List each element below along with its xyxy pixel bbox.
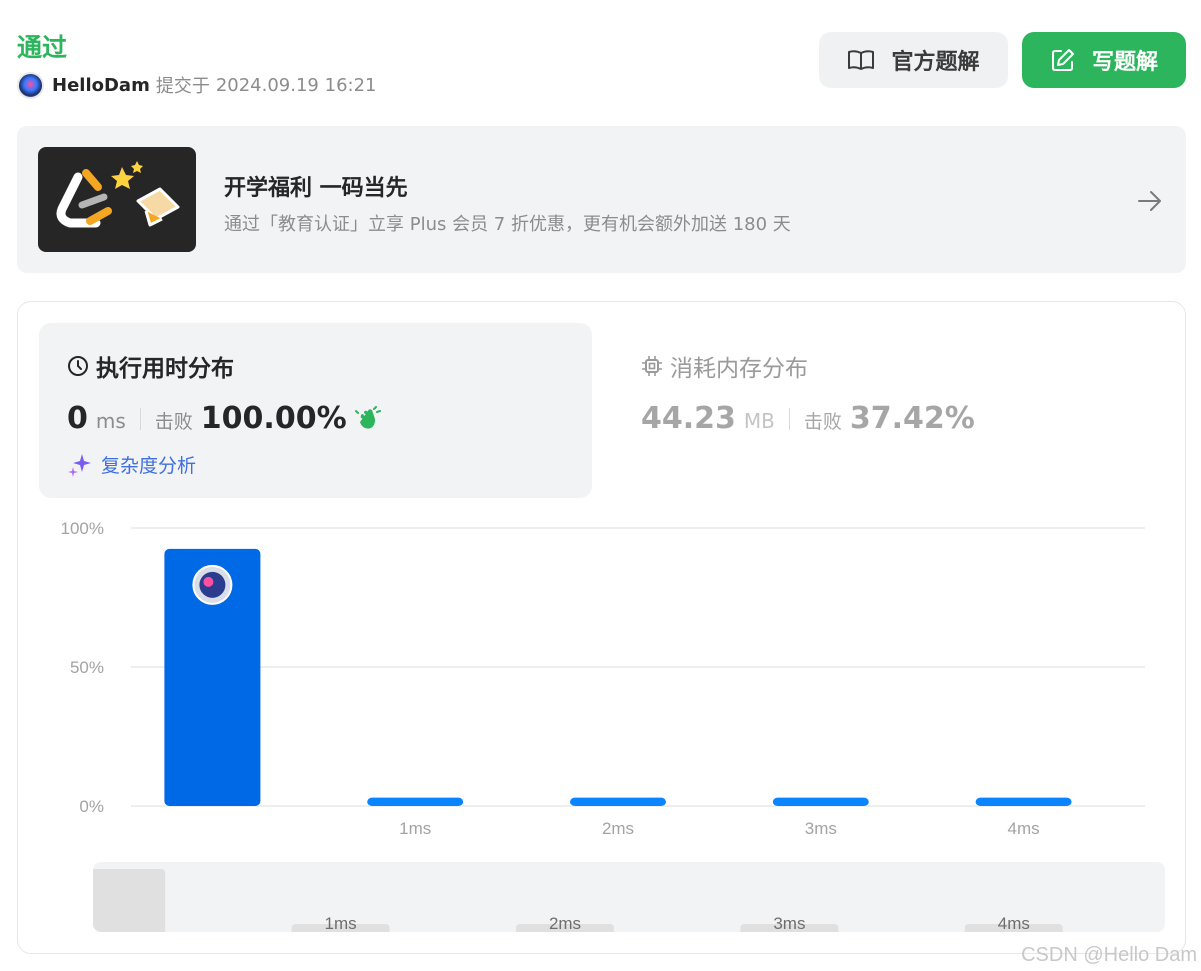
bar — [367, 797, 464, 806]
submitted-label: 提交于 — [155, 76, 210, 97]
y-tick-label: 100% — [61, 519, 104, 538]
avatar[interactable] — [17, 71, 44, 99]
official-solution-label: 官方题解 — [891, 50, 980, 75]
chart-range-brush[interactable]: 1ms 2ms 3ms 4ms — [93, 862, 1165, 932]
x-tick-label: 4ms — [1008, 819, 1040, 838]
avatar-dot — [203, 576, 214, 587]
bar — [975, 797, 1072, 806]
submitted-time: 2024.09.19 16:21 — [215, 74, 377, 96]
watermark: CSDN @Hello Dam — [1021, 944, 1197, 966]
promo-banner[interactable]: 开学福利 一码当先 通过「教育认证」立享 Plus 会员 7 折优惠，更有机会额… — [17, 126, 1186, 273]
arrow-right-icon[interactable] — [1136, 187, 1164, 215]
brush-bar — [93, 869, 166, 932]
bar — [570, 797, 666, 806]
y-tick-label: 50% — [70, 658, 104, 677]
y-tick-label: 0% — [79, 797, 104, 816]
edit-icon — [1051, 49, 1074, 71]
promo-logo-image — [38, 147, 196, 252]
official-solution-button[interactable]: 官方题解 — [819, 32, 1008, 88]
write-solution-label: 写题解 — [1091, 50, 1158, 75]
submission-status: 通过 — [17, 33, 68, 62]
promo-subtitle: 通过「教育认证」立享 Plus 会员 7 折优惠，更有机会额外加送 180 天 — [224, 214, 791, 235]
brush-tick-label: 4ms — [998, 914, 1030, 932]
runtime-distribution-chart: 100% 50% 0% 1ms 2ms 3ms 4ms — [61, 519, 1145, 838]
brush-tick-label: 1ms — [325, 914, 357, 932]
write-solution-button[interactable]: 写题解 — [1022, 32, 1186, 88]
promo-title: 开学福利 一码当先 — [224, 176, 408, 201]
username[interactable]: HelloDam — [52, 75, 150, 96]
brush-tick-label: 2ms — [549, 914, 581, 932]
book-icon — [848, 50, 875, 70]
bar — [772, 797, 869, 806]
x-tick-label: 1ms — [399, 819, 431, 838]
submission-info: HelloDam 提交于 2024.09.19 16:21 — [17, 70, 376, 100]
brush-tick-label: 3ms — [773, 914, 805, 932]
bar-avatar-marker — [192, 564, 233, 605]
x-tick-label: 3ms — [805, 819, 837, 838]
brush-mini-chart: 1ms 2ms 3ms 4ms — [93, 869, 1063, 932]
submission-stats-panel: 执行用时分布 0 ms 击败 100.00% 复杂度分析 消耗内存分布 44.2… — [17, 301, 1186, 954]
x-tick-label: 2ms — [602, 819, 634, 838]
